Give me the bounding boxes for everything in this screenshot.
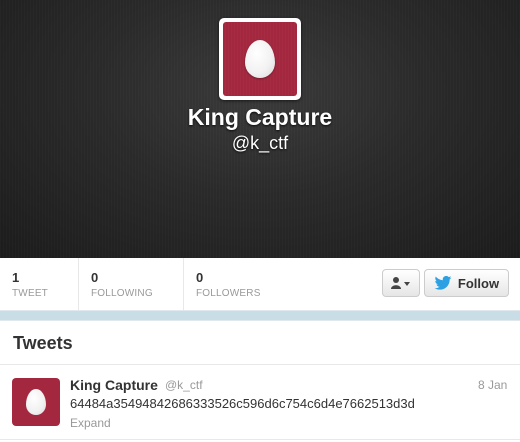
divider xyxy=(0,364,520,365)
tweets-section-title: Tweets xyxy=(13,333,73,353)
stat-label: FOLLOWING xyxy=(91,288,153,299)
stat-label: FOLLOWERS xyxy=(196,288,261,299)
tweet-expand-link[interactable]: Expand xyxy=(70,416,111,430)
stat-followers[interactable]: 0 FOLLOWERS xyxy=(184,258,294,310)
profile-handle: @k_ctf xyxy=(231,133,289,153)
stat-value: 0 xyxy=(196,270,204,285)
twitter-bird-icon xyxy=(434,276,452,290)
egg-avatar-icon xyxy=(26,389,46,415)
tweet-text: 64484a35494842686333526c596d6c754c6d4e76… xyxy=(70,396,415,411)
caret-down-icon xyxy=(404,282,410,286)
avatar-background xyxy=(223,22,297,96)
stat-value: 0 xyxy=(91,270,99,285)
profile-name: King Capture xyxy=(187,104,333,130)
tweet-date[interactable]: 8 Jan xyxy=(478,378,507,392)
profile-avatar[interactable] xyxy=(219,18,301,100)
stat-tweets[interactable]: 1 TWEET xyxy=(0,258,79,310)
user-actions-button[interactable] xyxy=(382,269,420,297)
follow-button-label: Follow xyxy=(457,275,500,291)
tweet-author-handle[interactable]: @k_ctf xyxy=(165,378,203,392)
stat-label: TWEET xyxy=(12,288,48,299)
tweet-avatar[interactable] xyxy=(12,378,60,426)
egg-avatar-icon xyxy=(245,40,275,78)
follow-button[interactable]: Follow xyxy=(424,269,509,297)
stat-following[interactable]: 0 FOLLOWING xyxy=(79,258,184,310)
tweet-author-name[interactable]: King Capture xyxy=(70,377,158,393)
stat-value: 1 xyxy=(12,270,20,285)
person-icon xyxy=(391,277,410,289)
divider xyxy=(0,439,520,440)
